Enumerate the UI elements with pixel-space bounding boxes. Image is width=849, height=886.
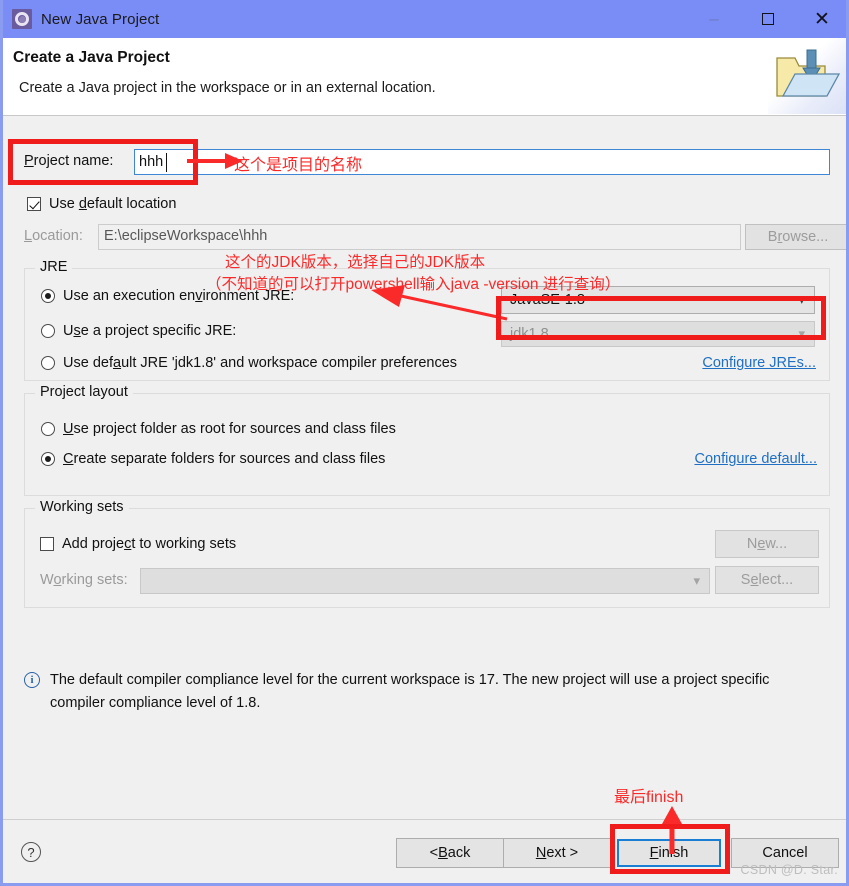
next-button[interactable]: Next > [503, 838, 611, 868]
annotation-text-jdk-line1: 这个的JDK版本，选择自己的JDK版本 [225, 254, 486, 271]
working-sets-group: Working sets Add project to working sets… [24, 499, 830, 608]
window-controls: – ✕ [687, 0, 846, 38]
eclipse-wizard-icon [12, 9, 32, 29]
project-name-row: Project name: [24, 149, 830, 175]
execution-environment-value: JavaSE-1.8 [510, 292, 585, 308]
dialog-footer: ? < Back Next > Finish Cancel [3, 820, 846, 883]
radio-project-folder-root-label: Use project folder as root for sources a… [63, 421, 396, 437]
working-sets-group-title: Working sets [35, 499, 129, 515]
project-layout-group: Project layout Use project folder as roo… [24, 384, 830, 496]
project-specific-jre-combo: jdk1.8 ▾ [501, 321, 815, 347]
radio-project-specific-indicator[interactable] [41, 324, 55, 338]
radio-project-specific-jre[interactable]: Use a project specific JRE: [41, 323, 236, 339]
radio-project-specific-label: Use a project specific JRE: [63, 323, 237, 339]
add-project-to-working-sets-label: Add project to working sets [62, 536, 237, 552]
window-title: New Java Project [41, 10, 160, 28]
info-message-text: The default compiler compliance level fo… [50, 672, 770, 711]
watermark: CSDN @D. Star. [740, 863, 838, 877]
working-sets-combo: ▾ [140, 568, 710, 594]
radio-default-jre-indicator[interactable] [41, 356, 55, 370]
project-name-label: Project name: [24, 153, 114, 169]
use-default-location-row[interactable]: Use default location [27, 196, 176, 212]
add-project-to-working-sets-row[interactable]: Add project to working sets [40, 536, 236, 552]
maximize-button[interactable] [741, 0, 795, 38]
annotation-text-jdk-line2: （不知道的可以打开powershell输入java -version 进行查询） [206, 276, 621, 293]
add-project-to-working-sets-checkbox[interactable] [40, 537, 54, 551]
jre-group-title: JRE [35, 259, 73, 275]
working-sets-label: Working sets: [40, 572, 128, 588]
info-message: i The default compiler compliance level … [24, 669, 830, 715]
page-subtitle: Create a Java project in the workspace o… [19, 80, 436, 96]
open-folder-icon [768, 38, 846, 114]
location-input[interactable]: E:\eclipseWorkspace\hhh [98, 224, 741, 250]
back-button[interactable]: < Back [396, 838, 504, 868]
radio-separate-folders[interactable]: Create separate folders for sources and … [41, 451, 385, 467]
radio-project-folder-root[interactable]: Use project folder as root for sources a… [41, 421, 396, 437]
location-row: Location: E:\eclipseWorkspace\hhh Br owse… [24, 224, 846, 250]
radio-execution-environment-indicator[interactable] [41, 289, 55, 303]
info-circle-icon: i [24, 672, 40, 688]
radio-project-folder-root-indicator[interactable] [41, 422, 55, 436]
annotation-text-finish: 最后finish [614, 789, 684, 806]
project-layout-group-title: Project layout [35, 384, 133, 400]
maximize-icon [762, 13, 774, 25]
minimize-button[interactable]: – [687, 0, 741, 38]
help-icon[interactable]: ? [21, 842, 41, 862]
radio-default-jre[interactable]: Use default JRE 'jdk1.8' and workspace c… [41, 355, 457, 371]
annotation-text-project-name: 这个是项目的名称 [234, 157, 363, 174]
dialog-body: Project name: Use default location Locat… [3, 116, 846, 819]
title-bar: New Java Project – ✕ [3, 0, 846, 38]
configure-jres-link[interactable]: Configure JREs... [702, 355, 816, 371]
project-specific-jre-value: jdk1.8 [510, 326, 549, 342]
finish-button[interactable]: Finish [617, 839, 721, 867]
close-button[interactable]: ✕ [795, 0, 846, 38]
radio-separate-folders-indicator[interactable] [41, 452, 55, 466]
configure-default-link[interactable]: Configure default... [694, 451, 817, 467]
text-caret [166, 153, 167, 172]
use-default-location-label: Use default location [49, 196, 177, 212]
new-working-set-button[interactable]: Ne w... [715, 530, 819, 558]
new-java-project-dialog: New Java Project – ✕ Create a Java Proje… [0, 0, 849, 886]
chevron-down-icon: ▾ [798, 326, 805, 341]
use-default-location-checkbox[interactable] [27, 197, 41, 211]
page-title: Create a Java Project [13, 49, 170, 66]
select-working-set-button[interactable]: Se lect... [715, 566, 819, 594]
chevron-down-icon: ▾ [798, 292, 805, 307]
wizard-header: Create a Java Project Create a Java proj… [3, 38, 846, 116]
location-label: Location: [24, 228, 83, 244]
browse-button[interactable]: Br owse... [745, 224, 846, 250]
radio-separate-folders-label: Create separate folders for sources and … [63, 451, 386, 467]
chevron-down-icon: ▾ [693, 573, 700, 588]
radio-default-jre-label: Use default JRE 'jdk1.8' and workspace c… [63, 355, 458, 371]
